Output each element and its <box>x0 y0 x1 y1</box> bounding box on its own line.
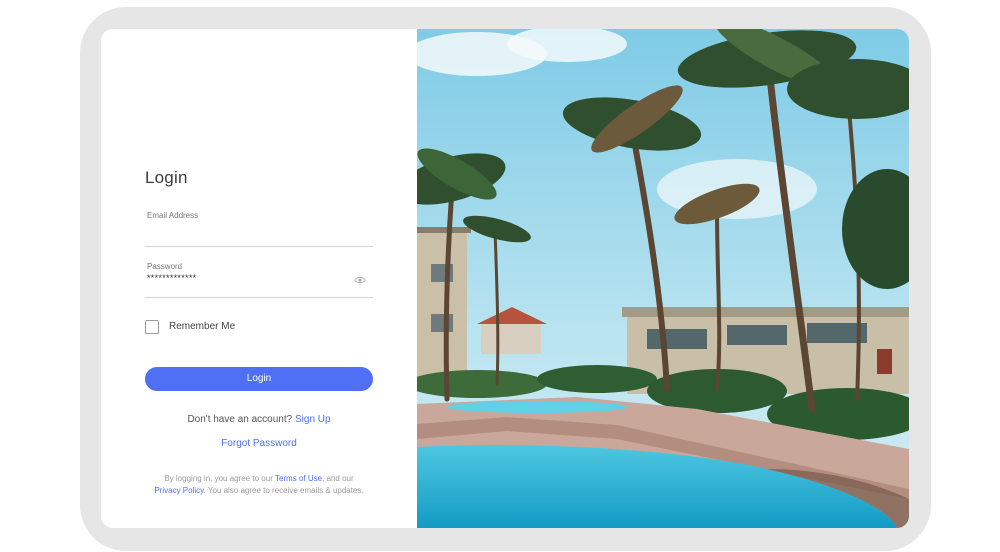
forgot-password-link[interactable]: Forgot Password <box>101 438 417 449</box>
device-screen: Login Email Address Password ***********… <box>101 29 909 528</box>
house <box>481 324 541 354</box>
hero-photo <box>417 29 909 528</box>
email-underline <box>145 246 373 247</box>
window <box>431 314 453 332</box>
signup-prompt-line: Don't have an account? Sign Up <box>101 414 417 425</box>
door <box>877 349 892 374</box>
resort-pool-illustration <box>417 29 909 528</box>
password-label: Password <box>147 262 183 271</box>
remember-me-checkbox[interactable] <box>145 320 159 334</box>
remember-me-label: Remember Me <box>169 321 236 332</box>
terms-middle: , and our <box>322 474 354 483</box>
login-panel: Login Email Address Password ***********… <box>101 29 417 528</box>
eye-icon[interactable] <box>354 275 366 285</box>
terms-notice: By logging in, you agree to our Terms of… <box>101 473 417 497</box>
roof-edge <box>417 227 471 233</box>
window <box>647 329 707 349</box>
signup-prompt: Don't have an account? <box>187 414 293 425</box>
page-title: Login <box>145 168 188 187</box>
email-label: Email Address <box>147 211 199 220</box>
password-field[interactable]: ************* <box>147 273 196 283</box>
email-field[interactable] <box>146 227 346 241</box>
hedge <box>537 365 657 393</box>
privacy-policy-link[interactable]: Privacy Policy <box>154 486 203 495</box>
login-button[interactable]: Login <box>145 367 373 391</box>
terms-prefix: By logging in, you agree to our <box>164 474 273 483</box>
password-underline <box>145 297 373 298</box>
terms-suffix: . You also agree to receive emails & upd… <box>203 486 364 495</box>
hotel-building-left <box>417 229 467 379</box>
roof-edge <box>622 307 909 317</box>
window <box>727 325 787 345</box>
small-pool <box>447 401 627 413</box>
terms-of-use-link[interactable]: Terms of Use <box>275 474 322 483</box>
signup-link[interactable]: Sign Up <box>295 414 331 425</box>
